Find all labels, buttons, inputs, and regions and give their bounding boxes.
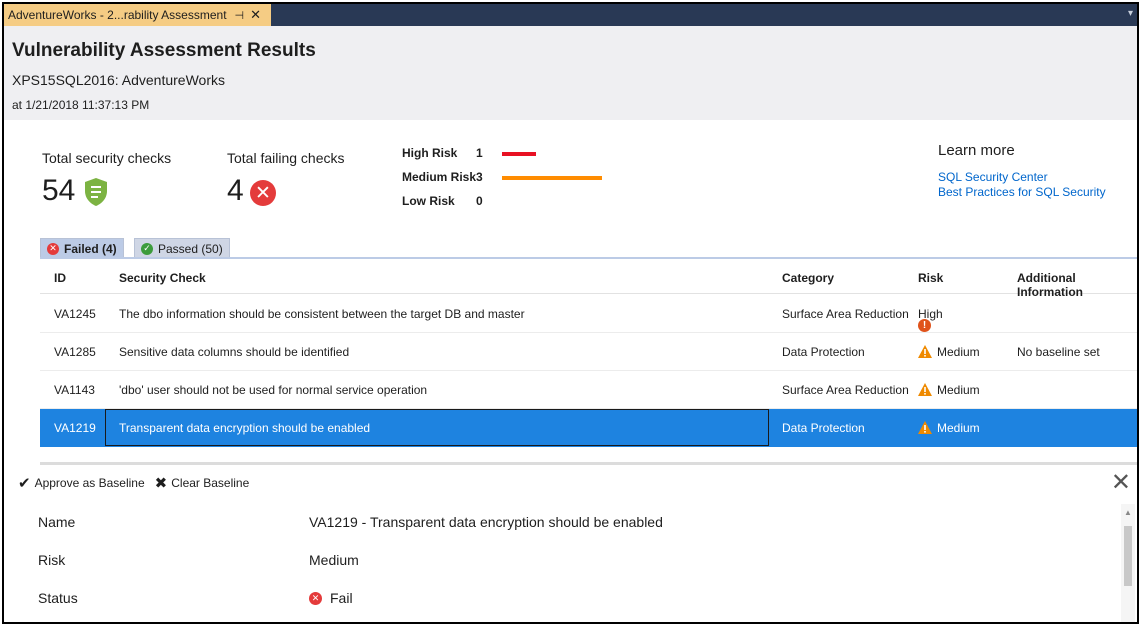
row-category: Data Protection [782, 345, 865, 359]
scrollbar-thumb[interactable] [1124, 526, 1132, 586]
row-category: Data Protection [782, 421, 865, 435]
row-risk: Medium [918, 345, 980, 359]
warning-icon [918, 421, 932, 434]
high-risk-label: High Risk [402, 146, 458, 160]
warning-icon [918, 383, 932, 396]
tab-failed[interactable]: ✕ Failed (4) [40, 238, 124, 258]
best-practices-link[interactable]: Best Practices for SQL Security [938, 185, 1106, 199]
approve-baseline-button[interactable]: ✔ Approve as Baseline [18, 474, 145, 492]
tab-passed[interactable]: ✓ Passed (50) [134, 238, 230, 258]
row-category: Surface Area Reduction [782, 383, 909, 397]
row-risk: ! High [918, 307, 943, 332]
approve-baseline-label: Approve as Baseline [34, 476, 145, 490]
row-check: 'dbo' user should not be used for normal… [119, 383, 428, 397]
scroll-up-icon[interactable]: ▲ [1124, 508, 1132, 517]
row-category: Surface Area Reduction [782, 307, 909, 321]
col-security-check[interactable]: Security Check [119, 271, 206, 285]
row-risk-label: Medium [937, 421, 980, 435]
high-risk-count: 1 [476, 146, 483, 160]
row-risk: Medium [918, 421, 980, 435]
medium-risk-bar [502, 176, 602, 180]
total-checks-label: Total security checks [42, 150, 172, 166]
row-info: No baseline set [1017, 345, 1100, 359]
pane-splitter[interactable] [40, 462, 1137, 465]
tab-passed-label: Passed (50) [158, 241, 223, 256]
col-id[interactable]: ID [54, 271, 66, 285]
failed-icon: ✕ [47, 242, 59, 255]
name-value: VA1219 - Transparent data encryption sho… [309, 514, 663, 530]
fail-x-icon: ✕ [250, 180, 276, 206]
medium-risk-count: 3 [476, 170, 483, 184]
results-table-header: ID Security Check Category Risk Addition… [40, 260, 1137, 299]
row-id: VA1219 [54, 421, 96, 435]
risk-label: Risk [38, 552, 66, 568]
server-database-label: XPS15SQL2016: AdventureWorks [12, 72, 225, 88]
row-id: VA1143 [54, 383, 95, 397]
risk-value: Medium [309, 552, 359, 568]
clear-baseline-label: Clear Baseline [171, 476, 250, 490]
col-category[interactable]: Category [782, 271, 834, 285]
document-tab-strip: AdventureWorks - 2...rability Assessment… [4, 4, 1137, 26]
row-id: VA1285 [54, 345, 96, 359]
tab-overflow-icon[interactable]: ▾ [1128, 8, 1133, 19]
status-label: Status [38, 590, 78, 606]
window: AdventureWorks - 2...rability Assessment… [2, 2, 1139, 624]
row-check: Sensitive data columns should be identif… [119, 345, 350, 359]
status-value-text: Fail [330, 590, 353, 606]
status-value: ✕ Fail [309, 590, 353, 606]
high-risk-row: High Risk 1 [402, 146, 496, 160]
high-risk-icon: ! [918, 319, 931, 332]
row-risk: Medium [918, 383, 980, 397]
row-check: Transparent data encryption should be en… [119, 421, 371, 435]
document-tab[interactable]: AdventureWorks - 2...rability Assessment… [4, 4, 271, 26]
sql-security-center-link[interactable]: SQL Security Center [938, 170, 1048, 184]
row-risk-label: Medium [937, 345, 980, 359]
row-risk-label: Medium [937, 383, 980, 397]
table-row[interactable]: VA1285 Sensitive data columns should be … [40, 333, 1137, 371]
name-label: Name [38, 514, 76, 530]
low-risk-label: Low Risk [402, 194, 455, 208]
table-row-selected[interactable]: VA1219 Transparent data encryption shoul… [40, 409, 1137, 447]
total-checks-value: 54 [42, 174, 76, 207]
shield-check-icon [85, 178, 107, 206]
page-title: Vulnerability Assessment Results [12, 40, 316, 61]
low-risk-row: Low Risk 0 [402, 194, 496, 208]
clear-baseline-button[interactable]: ✖ Clear Baseline [155, 474, 250, 492]
close-tab-icon[interactable]: ✕ [250, 7, 261, 23]
failing-checks-label: Total failing checks [227, 150, 345, 166]
x-icon: ✖ [154, 475, 168, 492]
checkmark-icon: ✔ [18, 475, 31, 492]
row-id: VA1245 [54, 307, 96, 321]
close-details-icon[interactable]: ✕ [1111, 468, 1131, 497]
high-risk-bar [502, 152, 536, 156]
report-header: Vulnerability Assessment Results XPS15SQ… [4, 26, 1137, 120]
tab-divider [40, 257, 1137, 259]
table-row[interactable]: VA1143 'dbo' user should not be used for… [40, 371, 1137, 409]
tab-failed-label: Failed (4) [64, 241, 117, 256]
table-row[interactable]: VA1245 The dbo information should be con… [40, 295, 1137, 333]
passed-icon: ✓ [141, 242, 153, 255]
col-risk[interactable]: Risk [918, 271, 943, 285]
row-check: The dbo information should be consistent… [119, 307, 525, 321]
fail-status-icon: ✕ [309, 591, 322, 605]
pin-icon[interactable]: ⊣ [235, 9, 245, 22]
medium-risk-row: Medium Risk3 [402, 170, 496, 184]
document-tab-title: AdventureWorks - 2...rability Assessment [8, 8, 227, 22]
scan-timestamp: at 1/21/2018 11:37:13 PM [12, 98, 150, 112]
details-toolbar: ✔ Approve as Baseline ✖ Clear Baseline [18, 474, 259, 492]
warning-icon [918, 345, 932, 358]
learn-more-title: Learn more [938, 142, 1015, 159]
failing-checks-value: 4 [227, 174, 244, 207]
details-scrollbar[interactable]: ▲ [1121, 504, 1135, 622]
medium-risk-label: Medium Risk [402, 170, 477, 184]
low-risk-count: 0 [476, 194, 483, 208]
